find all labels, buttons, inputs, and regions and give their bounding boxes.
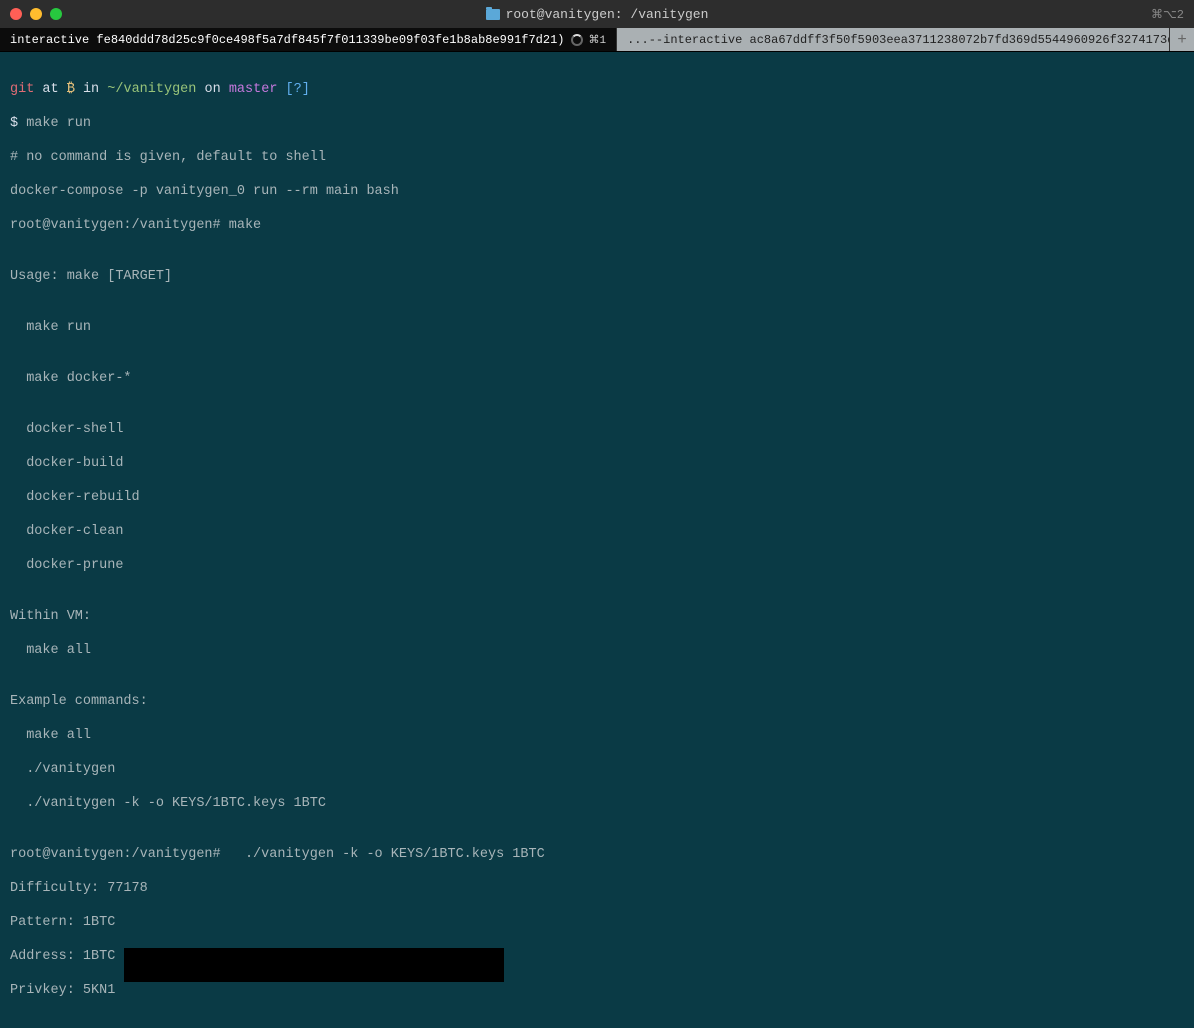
out-9: make docker-* [10, 370, 1184, 387]
out-13: docker-rebuild [10, 489, 1184, 506]
close-button[interactable] [10, 8, 22, 20]
out-20: Example commands: [10, 693, 1184, 710]
cmd-text: make run [26, 116, 91, 131]
traffic-lights [10, 8, 62, 20]
out-27: Pattern: 1BTC [10, 914, 1184, 931]
window-titlebar: root@vanitygen: /vanitygen ⌘⌥2 [0, 0, 1194, 28]
command-line-1: $ make run [10, 115, 1184, 132]
redacted-block [124, 948, 504, 982]
out-2: docker-compose -p vanitygen_0 run --rm m… [10, 183, 1184, 200]
prompt-git: git [10, 82, 34, 97]
prompt-line: git at ₿ in ~/vanitygen on master [?] [10, 81, 1184, 98]
out-23: ./vanitygen -k -o KEYS/1BTC.keys 1BTC [10, 795, 1184, 812]
tab-2[interactable]: ...--interactive ac8a67ddff3f50f5903eea3… [617, 28, 1170, 51]
out-5: Usage: make [TARGET] [10, 268, 1184, 285]
prompt-status: [?] [286, 82, 310, 97]
tab-2-label: ...--interactive ac8a67ddff3f50f5903eea3… [627, 33, 1170, 47]
prompt-in: in [83, 82, 99, 97]
prompt-btc-icon: ₿ [67, 82, 75, 97]
minimize-button[interactable] [30, 8, 42, 20]
out-15: docker-prune [10, 557, 1184, 574]
out-1: # no command is given, default to shell [10, 149, 1184, 166]
tab-1-label: interactive fe840ddd78d25c9f0ce498f5a7df… [10, 33, 565, 47]
tab-1-shortcut: ⌘1 [589, 33, 607, 47]
terminal-output[interactable]: git at ₿ in ~/vanitygen on master [?] $ … [0, 52, 1194, 1028]
prompt-path: ~/vanitygen [107, 82, 196, 97]
tab-1[interactable]: interactive fe840ddd78d25c9f0ce498f5a7df… [0, 28, 617, 51]
prompt-on: on [205, 82, 221, 97]
title-shortcut: ⌘⌥2 [1151, 7, 1184, 22]
out-7: make run [10, 319, 1184, 336]
out-3: root@vanitygen:/vanitygen# make [10, 217, 1184, 234]
folder-icon [486, 9, 500, 20]
out-14: docker-clean [10, 523, 1184, 540]
prompt-branch: master [229, 82, 278, 97]
privkey-prefix: Privkey: 5KN1 [10, 983, 115, 998]
out-29: Privkey: 5KN1 [10, 982, 1184, 999]
out-22: ./vanitygen [10, 761, 1184, 778]
prompt-at: at [42, 82, 58, 97]
out-18: make all [10, 642, 1184, 659]
address-prefix: Address: 1BTC [10, 949, 115, 964]
title-text: root@vanitygen: /vanitygen [506, 7, 709, 22]
out-21: make all [10, 727, 1184, 744]
out-25: root@vanitygen:/vanitygen# ./vanitygen -… [10, 846, 1184, 863]
new-tab-button[interactable]: + [1170, 28, 1194, 51]
tab-bar: interactive fe840ddd78d25c9f0ce498f5a7df… [0, 28, 1194, 52]
spinner-icon [571, 34, 583, 46]
prompt-dollar: $ [10, 116, 26, 131]
out-11: docker-shell [10, 421, 1184, 438]
maximize-button[interactable] [50, 8, 62, 20]
out-26: Difficulty: 77178 [10, 880, 1184, 897]
out-17: Within VM: [10, 608, 1184, 625]
out-28: Address: 1BTC [10, 948, 1184, 965]
window-title: root@vanitygen: /vanitygen [8, 7, 1186, 22]
out-12: docker-build [10, 455, 1184, 472]
